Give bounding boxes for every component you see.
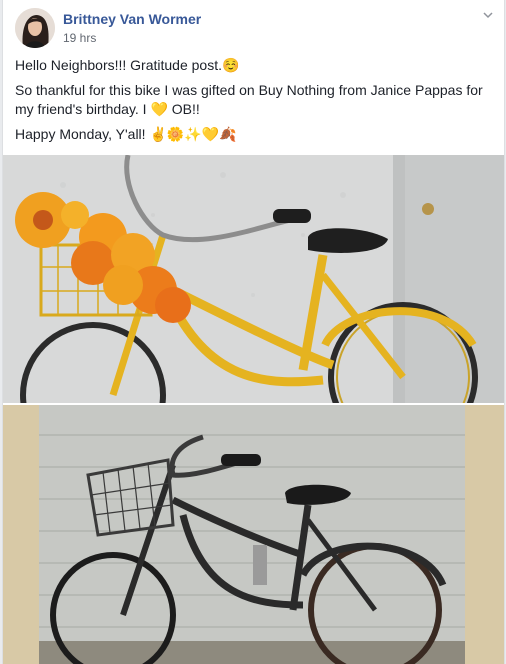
- post-line-greeting: Hello Neighbors!!! Gratitude post.☺️: [15, 57, 240, 73]
- post-header: Brittney Van Wormer 19 hrs: [15, 8, 495, 48]
- chevron-down-icon[interactable]: [481, 8, 495, 22]
- author-name[interactable]: Brittney Van Wormer: [63, 11, 201, 27]
- post-line-thanks: So thankful for this bike I was gifted o…: [15, 82, 483, 117]
- facebook-post: Brittney Van Wormer 19 hrs Hello Neighbo…: [2, 0, 505, 664]
- post-timestamp[interactable]: 19 hrs: [63, 31, 96, 45]
- post-body: Hello Neighbors!!! Gratitude post.☺️ So …: [15, 56, 493, 150]
- post-photo-yellow-bike[interactable]: [3, 155, 504, 403]
- post-photo-black-bike[interactable]: [3, 405, 504, 664]
- avatar[interactable]: [15, 8, 55, 48]
- post-line-signoff: Happy Monday, Y'all! ✌️🌼✨💛🍂: [15, 126, 237, 142]
